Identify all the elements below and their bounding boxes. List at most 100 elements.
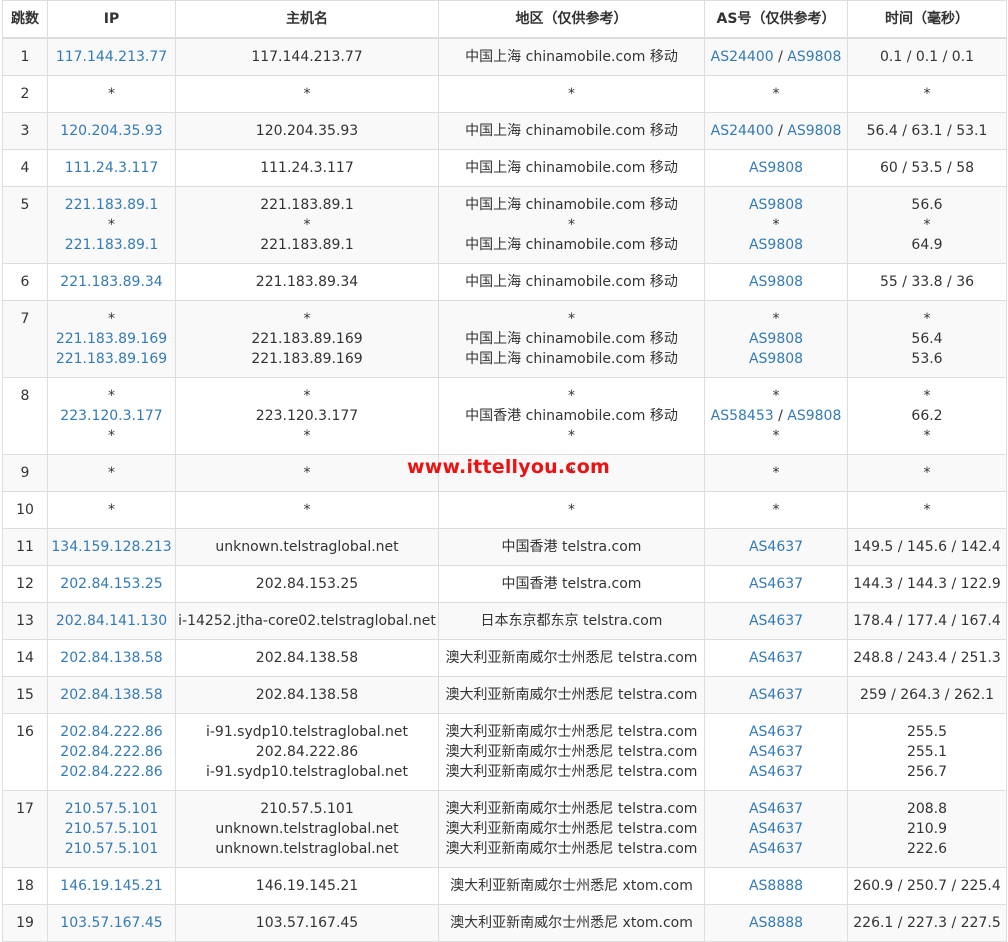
ip-link[interactable]: 117.144.213.77 — [56, 49, 167, 65]
table-row: 12 202.84.153.25 202.84.153.25 中国香港 telstra… — [2, 565, 1007, 603]
time-text: 60 / 53.5 / 58 — [879, 160, 975, 176]
as-link[interactable]: AS4637 — [749, 764, 803, 780]
time-text: 0.1 / 0.1 / 0.1 — [879, 49, 975, 65]
region-text: 澳大利亚新南威尔士州悉尼 telstra.com — [445, 687, 698, 703]
ip-link[interactable]: 146.19.145.21 — [60, 878, 162, 894]
hop-cell: 1 — [2, 37, 48, 76]
as-cell: AS4637 — [704, 528, 848, 566]
time-cell: 260.9 / 250.7 / 225.4 — [847, 867, 1007, 905]
hostname-text: 111.24.3.117 — [260, 160, 354, 176]
ip-link[interactable]: 111.24.3.117 — [65, 160, 159, 176]
region-cell: 中国香港 telstra.com — [438, 565, 705, 603]
as-cell: AS4637 AS4637 AS4637 — [704, 713, 848, 791]
region-text: * — [568, 311, 575, 327]
as-link[interactable]: AS9808 — [749, 197, 803, 213]
region-cell: 澳大利亚新南威尔士州悉尼 xtom.com — [438, 867, 705, 905]
as-link[interactable]: AS24400 — [711, 49, 774, 65]
ip-line: 221.183.89.1 — [48, 195, 175, 215]
time-cell: 226.1 / 227.3 / 227.5 — [847, 904, 1007, 942]
hostname-text: 221.183.89.34 — [255, 274, 359, 290]
time-cell: 0.1 / 0.1 / 0.1 — [847, 37, 1007, 76]
as-link[interactable]: AS4637 — [749, 801, 803, 817]
ip-cell: 221.183.89.34 — [47, 263, 176, 301]
ip-cell: 202.84.138.58 — [47, 676, 176, 714]
as-link[interactable]: AS9808 — [787, 49, 841, 65]
as-link[interactable]: AS4637 — [749, 650, 803, 666]
as-link[interactable]: AS4637 — [749, 613, 803, 629]
ip-link[interactable]: 202.84.138.58 — [60, 650, 162, 666]
ip-link[interactable]: 221.183.89.1 — [65, 237, 159, 253]
hop-number: 7 — [20, 311, 30, 327]
region-text: 中国上海 chinamobile.com 移动 — [465, 160, 678, 176]
time-text: * — [923, 502, 931, 518]
hop-number: 3 — [20, 123, 30, 139]
as-link[interactable]: AS4637 — [749, 744, 803, 760]
ip-link[interactable]: 210.57.5.101 — [65, 821, 159, 837]
hostname-cell: * 221.183.89.169 221.183.89.169 — [175, 300, 439, 378]
ip-link[interactable]: 202.84.222.86 — [60, 744, 162, 760]
as-cell: AS8888 — [704, 904, 848, 942]
ip-link[interactable]: 120.204.35.93 — [60, 123, 162, 139]
ip-timeout: * — [108, 311, 115, 327]
time-cell: 144.3 / 144.3 / 122.9 — [847, 565, 1007, 603]
as-link[interactable]: AS9808 — [749, 331, 803, 347]
ip-link[interactable]: 202.84.141.130 — [56, 613, 167, 629]
ip-line: * — [48, 500, 175, 520]
ip-link[interactable]: 134.159.128.213 — [51, 539, 171, 555]
as-link[interactable]: AS4637 — [749, 821, 803, 837]
hostname-text: * — [303, 311, 311, 327]
hostname-text: 202.84.138.58 — [255, 687, 359, 703]
hostname-cell: 202.84.138.58 — [175, 639, 439, 677]
hostname-text: 221.183.89.169 — [251, 331, 363, 347]
ip-link[interactable]: 221.183.89.169 — [56, 351, 167, 367]
ip-link[interactable]: 221.183.89.169 — [56, 331, 167, 347]
ip-link[interactable]: 202.84.222.86 — [60, 764, 162, 780]
as-link[interactable]: AS4637 — [749, 724, 803, 740]
ip-link[interactable]: 210.57.5.101 — [65, 841, 159, 857]
hostname-text: 103.57.167.45 — [255, 915, 359, 931]
ip-link[interactable]: 202.84.222.86 — [60, 724, 162, 740]
table-row: 10 * * * * * — [2, 491, 1007, 529]
ip-line: 202.84.138.58 — [48, 648, 175, 668]
as-link[interactable]: AS9808 — [749, 237, 803, 253]
as-line: AS9808 — [705, 272, 847, 292]
ip-link[interactable]: 223.120.3.177 — [60, 408, 162, 424]
ip-link[interactable]: 202.84.138.58 — [60, 687, 162, 703]
as-link[interactable]: AS4637 — [749, 841, 803, 857]
as-link[interactable]: AS9808 — [749, 160, 803, 176]
ip-link[interactable]: 202.84.153.25 — [60, 576, 162, 592]
ip-line: 202.84.222.86 — [48, 762, 175, 782]
as-link[interactable]: AS4637 — [749, 687, 803, 703]
ip-link[interactable]: 221.183.89.1 — [65, 197, 159, 213]
time-cell: * — [847, 491, 1007, 529]
hostname-text: 223.120.3.177 — [255, 408, 359, 424]
as-link[interactable]: AS4637 — [749, 539, 803, 555]
time-cell: 178.4 / 177.4 / 167.4 — [847, 602, 1007, 640]
as-link[interactable]: AS4637 — [749, 576, 803, 592]
time-text: 149.5 / 145.6 / 142.4 — [853, 539, 1001, 555]
as-line: AS4637 — [705, 722, 847, 742]
as-link[interactable]: AS8888 — [749, 915, 803, 931]
time-cell: 60 / 53.5 / 58 — [847, 149, 1007, 187]
as-line: AS9808 — [705, 158, 847, 178]
ip-link[interactable]: 221.183.89.34 — [60, 274, 162, 290]
time-text: * — [923, 428, 931, 444]
as-link[interactable]: AS8888 — [749, 878, 803, 894]
hostname-text: * — [303, 388, 311, 404]
as-link[interactable]: AS9808 — [787, 408, 841, 424]
time-text: 55 / 33.8 / 36 — [879, 274, 975, 290]
as-cell: * — [704, 491, 848, 529]
as-link[interactable]: AS9808 — [787, 123, 841, 139]
as-link[interactable]: AS24400 — [711, 123, 774, 139]
ip-link[interactable]: 210.57.5.101 — [65, 801, 159, 817]
as-link[interactable]: AS9808 — [749, 274, 803, 290]
time-cell: 259 / 264.3 / 262.1 — [847, 676, 1007, 714]
region-text: * — [568, 502, 575, 518]
as-link[interactable]: AS58453 — [711, 408, 774, 424]
as-link[interactable]: AS9808 — [749, 351, 803, 367]
ip-line: 210.57.5.101 — [48, 799, 175, 819]
ip-line: 202.84.138.58 — [48, 685, 175, 705]
ip-link[interactable]: 103.57.167.45 — [60, 915, 162, 931]
table-row: 5 221.183.89.1 * 221.183.89.1 221.183.89.1 * 2… — [2, 186, 1007, 264]
time-cell: 248.8 / 243.4 / 251.3 — [847, 639, 1007, 677]
